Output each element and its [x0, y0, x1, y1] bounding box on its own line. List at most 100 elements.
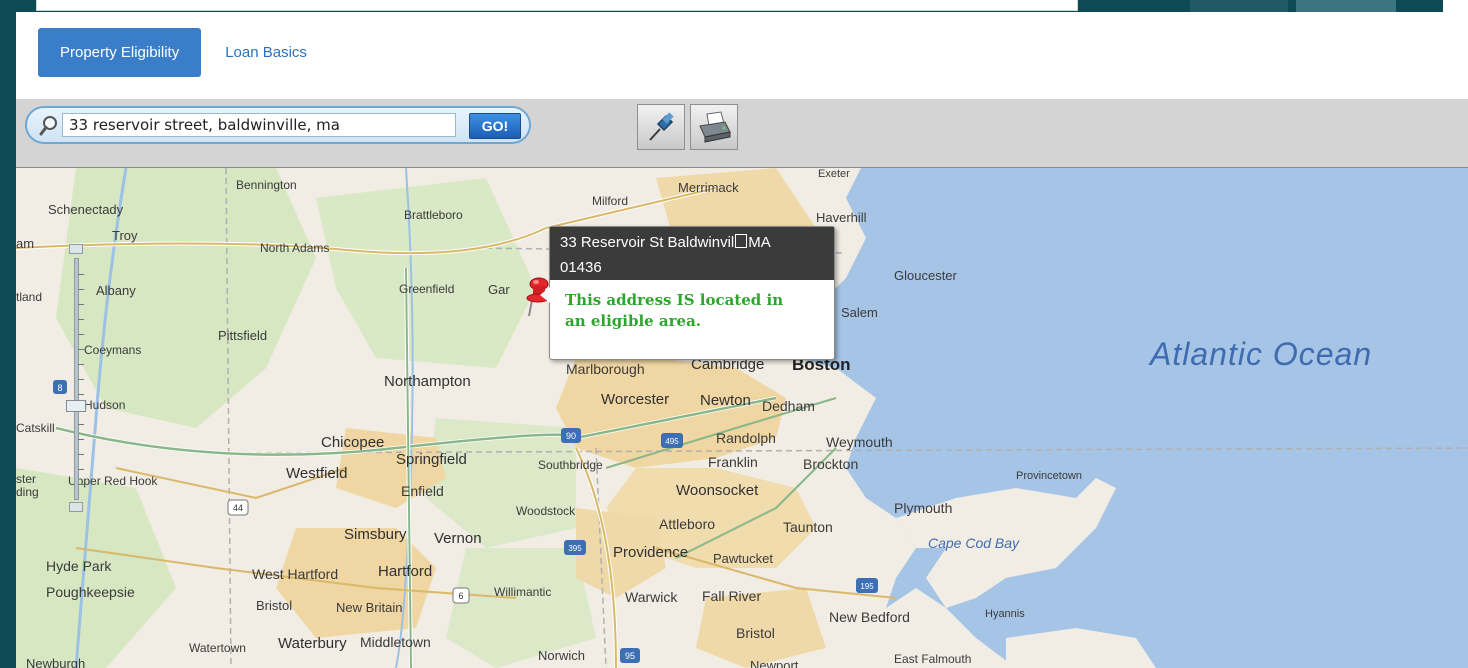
zoom-tick [78, 289, 84, 290]
map-label: East Falmouth [894, 652, 972, 666]
shield-44: 44 [227, 499, 249, 516]
shield-8: 8 [53, 380, 67, 394]
pushpin-icon [649, 112, 674, 141]
map-label: Brattleboro [404, 208, 463, 222]
map-label: Norwich [538, 648, 585, 663]
map-label: Marlborough [566, 361, 645, 377]
search-icon [39, 116, 57, 136]
zoom-tick [78, 454, 84, 455]
go-button[interactable]: GO! [469, 113, 521, 139]
zoom-thumb[interactable] [66, 400, 86, 412]
map-label: Catskill [16, 421, 55, 435]
map-label: Cape Cod Bay [928, 535, 1020, 551]
map-label: Milford [592, 194, 629, 208]
shield-195: 195 [856, 578, 878, 593]
shield-95: 95 [620, 648, 640, 663]
map-label: Hudson [84, 398, 126, 412]
map-label: Gar [488, 282, 510, 297]
shield-90: 90 [561, 428, 581, 443]
map-label: Hyannis [985, 608, 1025, 620]
zoom-slider[interactable] [66, 244, 86, 514]
map-label: Enfield [401, 483, 444, 499]
map-label: Bristol [736, 625, 775, 641]
svg-text:395: 395 [568, 544, 582, 553]
map-label: Newport [750, 658, 799, 668]
map-label: Poughkeepsie [46, 584, 135, 600]
map-label: Coeymans [84, 343, 142, 357]
map-label: Watertown [189, 641, 246, 655]
map-label: New Britain [336, 600, 403, 615]
map-label: Warwick [625, 589, 678, 605]
map-label: Hyde Park [46, 558, 112, 574]
address-info-popup: 33 Reservoir St Baldwinvil MA 01436 This … [540, 226, 835, 360]
map-label: Franklin [708, 454, 758, 470]
map-label: Bristol [256, 598, 293, 613]
tab-property-eligibility[interactable]: Property Eligibility [38, 27, 202, 77]
map-label: Pawtucket [713, 551, 773, 566]
eligibility-message-line2: an eligible area. [565, 312, 702, 330]
svg-text:195: 195 [860, 582, 874, 591]
map-label: Springfield [396, 451, 467, 468]
map-label: Southbridge [538, 458, 603, 472]
map-label: Gloucester [894, 268, 957, 283]
map-label: Greenfield [399, 282, 455, 296]
map-label: Northampton [384, 373, 471, 390]
zoom-out-button[interactable] [69, 502, 83, 512]
tab-bar: Property Eligibility Loan Basics [38, 27, 331, 77]
pushpin-tool-button[interactable] [637, 104, 685, 150]
svg-text:495: 495 [665, 437, 679, 446]
map-label: Waterbury [278, 635, 347, 652]
tab-loan-basics[interactable]: Loan Basics [201, 44, 331, 61]
popup-address-line2: 01436 [560, 259, 602, 276]
map-view[interactable]: 8 90 495 44 395 6 195 95 Bennington Sche… [16, 168, 1468, 668]
header-tab-edge[interactable] [1443, 0, 1468, 12]
zoom-tick [78, 319, 84, 320]
map-label: West Hartford [252, 566, 339, 582]
address-input[interactable] [62, 113, 456, 137]
zoom-tick [78, 394, 84, 395]
zoom-tick [78, 424, 84, 425]
map-label: Haverhill [816, 210, 867, 225]
map-label: Willimantic [494, 585, 552, 599]
zoom-in-button[interactable] [69, 244, 83, 254]
popup-caret [540, 287, 550, 303]
map-label: Troy [112, 228, 138, 243]
header-input-edge [36, 0, 1078, 11]
map-toolbar: GO! [16, 99, 1468, 168]
zoom-tick [78, 364, 84, 365]
map-label: Schenectady [48, 202, 124, 217]
zoom-tick [78, 484, 84, 485]
map-label: ding [16, 485, 39, 499]
svg-text:6: 6 [458, 591, 463, 601]
svg-text:44: 44 [233, 503, 243, 513]
zoom-tick [78, 274, 84, 275]
popup-address-street: 33 Reservoir St Baldwinvil [560, 234, 735, 251]
eligibility-message: This address IS located in an eligible a… [550, 280, 834, 332]
popup-close-icon[interactable] [735, 234, 748, 248]
map-label: Chicopee [321, 434, 385, 451]
map-label: Newburgh [26, 656, 86, 668]
popup-address-line1: 33 Reservoir St Baldwinvil MA [560, 230, 826, 255]
popup-address-state: MA [748, 234, 771, 251]
header-tab[interactable] [1190, 0, 1288, 12]
map-label: Pittsfield [218, 328, 268, 343]
top-strip [0, 0, 1468, 12]
map-label: Albany [96, 283, 136, 298]
map-label: Plymouth [894, 500, 953, 516]
zoom-tick [78, 469, 84, 470]
map-label: Taunton [783, 519, 833, 535]
map-label: Hartford [378, 563, 433, 580]
map-label: Merrimack [678, 180, 739, 195]
map-label: New Bedford [829, 609, 910, 625]
zoom-tick [78, 349, 84, 350]
print-button[interactable] [690, 104, 738, 150]
map-label: Attleboro [659, 516, 716, 532]
header-tab-active[interactable] [1296, 0, 1396, 12]
zoom-tick [78, 334, 84, 335]
map-label: Exeter [818, 168, 850, 180]
shield-6: 6 [452, 587, 470, 604]
map-label: tland [16, 290, 43, 304]
shield-395: 395 [564, 540, 586, 555]
address-search: GO! [25, 106, 531, 144]
map-label: Woodstock [516, 504, 576, 518]
